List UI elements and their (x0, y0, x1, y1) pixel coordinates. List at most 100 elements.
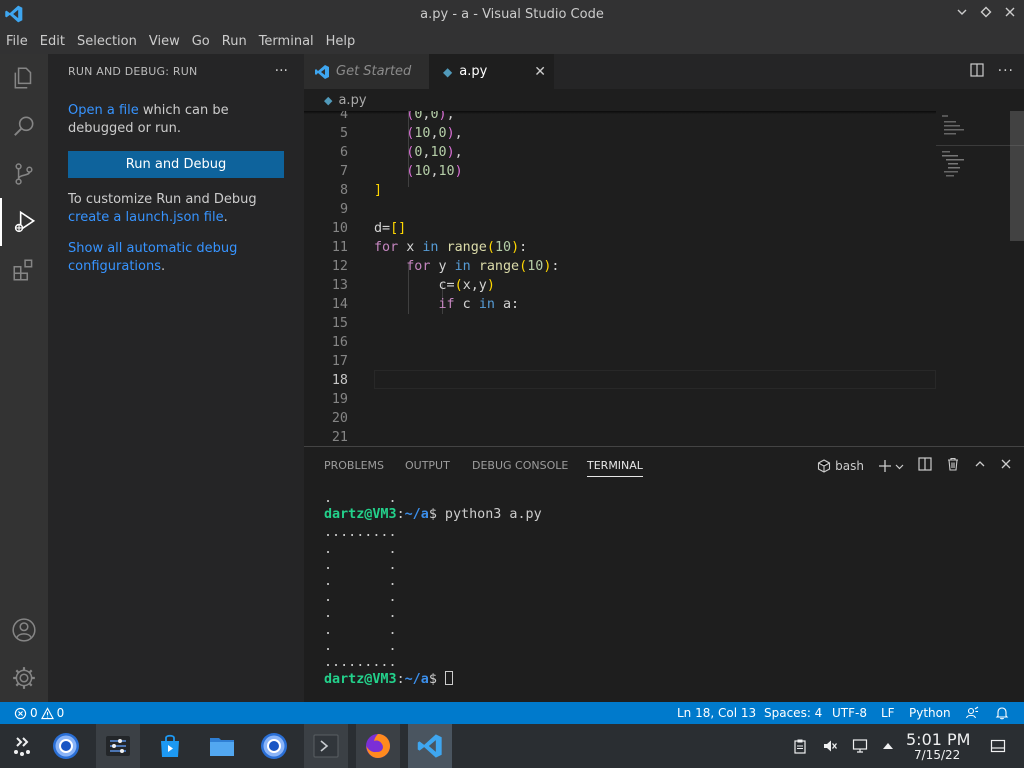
split-terminal-icon[interactable] (918, 457, 932, 475)
discover-store-icon[interactable] (148, 724, 192, 768)
editor-tab-bar: Get Started ◆ a.py ✕ ··· (304, 54, 1024, 89)
encoding-status[interactable]: UTF-8 (832, 706, 867, 720)
problems-status[interactable]: 0 0 (14, 706, 64, 720)
close-window-icon[interactable] (1000, 5, 1020, 25)
indentation-status[interactable]: Spaces: 4 (764, 706, 822, 720)
code-line: 20 (331, 411, 348, 426)
code-line: 19 (331, 392, 348, 407)
code-line: 15 (331, 316, 348, 331)
code-line: 11 for x in range(10): (331, 240, 528, 255)
panel-actions: bash (817, 457, 1012, 475)
bottom-panel: PROBLEMS OUTPUT DEBUG CONSOLE TERMINAL b… (304, 446, 1024, 702)
firefox-icon[interactable] (356, 724, 400, 768)
more-actions-icon[interactable]: ··· (275, 63, 288, 79)
open-file-link[interactable]: Open a file (68, 103, 139, 118)
code-line: 13 c=(x,y) (331, 278, 495, 293)
terminal-line: . . (324, 622, 397, 638)
tab-a-py[interactable]: ◆ a.py ✕ (429, 54, 554, 89)
show-debug-configs-link[interactable]: Show all automatic debug configurations (68, 241, 237, 274)
editor-scrollbar[interactable] (1010, 111, 1024, 241)
run-and-debug-button[interactable]: Run and Debug (68, 151, 284, 178)
code-line: 10 d=[] (331, 221, 407, 236)
menu-edit[interactable]: Edit (34, 29, 71, 54)
terminal-line: . . (324, 590, 397, 606)
close-panel-icon[interactable] (1000, 458, 1012, 474)
cursor-position[interactable]: Ln 18, Col 13 (677, 706, 756, 720)
terminal-output[interactable]: . . dartz@VM3:~/a$ python3 a.py ........… (324, 491, 542, 687)
taskbar (0, 724, 1024, 768)
menu-terminal[interactable]: Terminal (253, 29, 320, 54)
system-settings-icon[interactable] (96, 724, 140, 768)
terminal-app-icon[interactable] (304, 724, 348, 768)
terminal-shell-selector[interactable]: bash (817, 459, 864, 473)
code-line-current: 18 (331, 373, 348, 388)
code-line: 6 (0,10), (339, 145, 463, 160)
search-icon[interactable] (0, 102, 48, 150)
tab-output[interactable]: OUTPUT (405, 459, 450, 472)
tray-expand-icon[interactable] (878, 736, 898, 756)
open-file-text: Open a file which can be debugged or run… (68, 103, 229, 136)
accounts-icon[interactable] (0, 606, 48, 654)
source-control-icon[interactable] (0, 150, 48, 198)
maximize-icon[interactable] (976, 5, 996, 25)
close-tab-icon[interactable]: ✕ (534, 64, 546, 80)
menu-file[interactable]: File (0, 29, 34, 54)
app-launcher-icon[interactable] (0, 724, 44, 768)
minimize-icon[interactable] (952, 5, 972, 25)
create-launch-json-link[interactable]: create a launch.json file (68, 210, 224, 225)
code-line: 9 (339, 202, 348, 217)
tab-debug-console[interactable]: DEBUG CONSOLE (472, 459, 568, 472)
chromium-icon[interactable] (44, 724, 88, 768)
tab-terminal[interactable]: TERMINAL (587, 459, 643, 477)
explorer-icon[interactable] (0, 54, 48, 102)
extensions-icon[interactable] (0, 246, 48, 294)
split-editor-icon[interactable] (970, 63, 984, 81)
maximize-panel-icon[interactable] (974, 458, 986, 474)
language-status[interactable]: Python (909, 706, 951, 720)
feedback-icon[interactable] (965, 706, 979, 723)
eol-status[interactable]: LF (881, 706, 895, 720)
code-editor[interactable]: 4 (0,0), 5 (10,0), 6 (0,10), 7 (10,10) 8… (304, 111, 1024, 446)
show-desktop-icon[interactable] (988, 736, 1008, 756)
clock-time[interactable]: 5:01 PM (906, 730, 970, 749)
tab-problems[interactable]: PROBLEMS (324, 459, 384, 472)
code-line: 14 if c in a: (331, 297, 520, 312)
volume-muted-icon[interactable] (820, 736, 840, 756)
chromium-icon[interactable] (252, 724, 296, 768)
file-manager-icon[interactable] (200, 724, 244, 768)
menu-go[interactable]: Go (186, 29, 216, 54)
more-editor-actions-icon[interactable]: ··· (998, 63, 1014, 81)
gear-icon[interactable] (0, 654, 48, 702)
vscode-taskbar-icon[interactable] (408, 724, 452, 768)
bell-icon[interactable] (995, 706, 1009, 723)
warning-icon (40, 706, 54, 719)
terminal-line: . . (324, 606, 397, 622)
new-terminal-icon[interactable] (878, 459, 904, 473)
code-line: 7 (10,10) (339, 164, 463, 179)
terminal-bash-icon (818, 459, 831, 473)
clipboard-icon[interactable] (790, 736, 810, 756)
code-line: 17 (331, 354, 348, 369)
breadcrumb-file[interactable]: a.py (338, 93, 366, 108)
show-configs-text: Show all automatic debug configurations. (68, 241, 238, 274)
terminal-line: . . (324, 573, 397, 589)
menu-bar: File Edit Selection View Go Run Terminal… (0, 29, 1024, 54)
terminal-cursor (444, 671, 453, 686)
run-debug-icon[interactable] (0, 198, 48, 246)
menu-run[interactable]: Run (216, 29, 253, 54)
menu-view[interactable]: View (143, 29, 186, 54)
clock-date[interactable]: 7/15/22 (914, 748, 960, 762)
menu-help[interactable]: Help (320, 29, 362, 54)
terminal-line: ......... (324, 654, 397, 670)
terminal-line: ......... (324, 525, 397, 541)
trash-icon[interactable] (946, 457, 960, 475)
breadcrumb: ◆ a.py (304, 89, 1024, 111)
minimap[interactable] (936, 111, 1024, 446)
chevron-down-icon[interactable] (895, 462, 904, 471)
tab-get-started[interactable]: Get Started (304, 54, 429, 89)
network-icon[interactable] (850, 736, 870, 756)
menu-selection[interactable]: Selection (71, 29, 143, 54)
terminal-prompt-line: dartz@VM3:~/a$ (324, 671, 542, 687)
editor-actions: ··· (970, 63, 1014, 81)
code-line: 12 for y in range(10): (331, 259, 560, 274)
